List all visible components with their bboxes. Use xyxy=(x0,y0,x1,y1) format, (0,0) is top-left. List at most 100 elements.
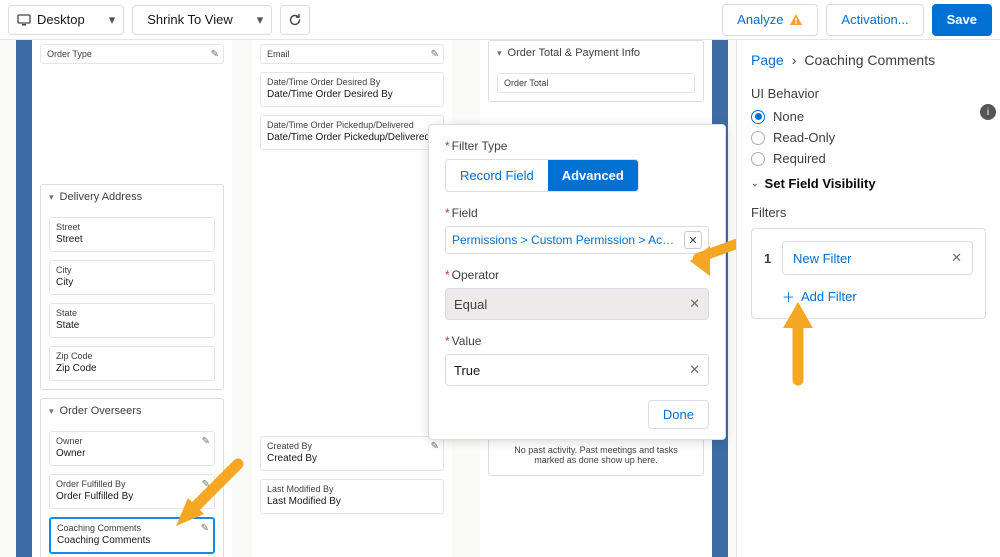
field-label: Street xyxy=(56,222,208,232)
save-button[interactable]: Save xyxy=(932,4,992,36)
workspace: Order Type ✎ ▾ Delivery Address Street S… xyxy=(0,40,1000,557)
card-title: Order Total & Payment Info xyxy=(508,47,640,59)
field-order-fulfilled-by[interactable]: Order Fulfilled By Order Fulfilled By ✎ xyxy=(49,474,215,509)
radio-icon xyxy=(751,152,765,166)
card-title: Order Overseers xyxy=(60,405,142,417)
field-label: Zip Code xyxy=(56,351,208,361)
field-value: City xyxy=(56,275,208,290)
field-label: Date/Time Order Desired By xyxy=(267,77,437,87)
field-dt-desired[interactable]: Date/Time Order Desired By Date/Time Ord… xyxy=(260,72,444,107)
field-value: Order Fulfilled By xyxy=(56,489,208,504)
clear-field-button[interactable]: ✕ xyxy=(684,231,702,249)
chevron-down-icon: ▾ xyxy=(497,48,502,59)
breadcrumb-root[interactable]: Page xyxy=(751,52,784,68)
field-label: Date/Time Order Pickedup/Delivered xyxy=(267,120,437,130)
radio-required[interactable]: Required xyxy=(751,151,986,166)
field-picker[interactable]: Permissions > Custom Permission > Access… xyxy=(445,226,709,254)
card-header[interactable]: ▾ Order Overseers xyxy=(41,399,223,423)
filters-heading: Filters xyxy=(751,205,986,220)
field-state[interactable]: State State xyxy=(49,303,215,338)
radio-label: Read-Only xyxy=(773,130,835,145)
field-label: Coaching Comments xyxy=(57,523,207,533)
breadcrumb-current: Coaching Comments xyxy=(804,52,935,68)
add-filter-button[interactable]: ＋ Add Filter xyxy=(782,287,973,306)
canvas-column-mid: Email ✎ Date/Time Order Desired By Date/… xyxy=(252,40,452,557)
pencil-icon: ✎ xyxy=(202,479,210,490)
remove-filter-button[interactable]: ✕ xyxy=(951,250,962,266)
field-order-total[interactable]: Order Total xyxy=(497,73,695,93)
save-label: Save xyxy=(947,12,977,27)
clear-operator-button[interactable]: ✕ xyxy=(689,296,700,312)
card-header[interactable]: ▾ Delivery Address xyxy=(41,185,223,209)
card-title: Delivery Address xyxy=(60,191,143,203)
radio-icon xyxy=(751,131,765,145)
operator-value: Equal xyxy=(454,297,487,312)
pencil-icon: ✎ xyxy=(431,49,439,60)
field-value: Street xyxy=(56,232,208,247)
field-value: Created By xyxy=(267,451,437,466)
seg-record-field[interactable]: Record Field xyxy=(446,160,548,191)
device-select[interactable]: Desktop ▾ xyxy=(8,5,124,35)
new-filter-label: New Filter xyxy=(793,251,852,266)
filter-type-segment: Record Field Advanced xyxy=(445,159,639,192)
field-created-by[interactable]: Created By Created By ✎ xyxy=(260,436,444,471)
field-order-type[interactable]: Order Type ✎ xyxy=(40,44,224,64)
clear-value-button[interactable]: ✕ xyxy=(689,362,700,378)
filter-type-label: Filter Type xyxy=(445,139,709,153)
filters-box: 1 New Filter ✕ ＋ Add Filter xyxy=(751,228,986,319)
field-label: Order Total xyxy=(504,78,688,88)
card-order-total: ▾ Order Total & Payment Info Order Total xyxy=(488,40,704,102)
value-label: Value xyxy=(445,334,709,348)
field-pill: Permissions > Custom Permission > Access… xyxy=(452,233,680,247)
card-delivery-address: ▾ Delivery Address Street Street City Ci… xyxy=(40,184,224,390)
analyze-button[interactable]: Analyze xyxy=(722,4,818,36)
breadcrumb-sep: › xyxy=(792,52,797,68)
field-last-modified-by[interactable]: Last Modified By Last Modified By xyxy=(260,479,444,514)
pencil-icon: ✎ xyxy=(431,441,439,452)
seg-advanced[interactable]: Advanced xyxy=(548,160,638,191)
field-value: State xyxy=(56,318,208,333)
info-icon[interactable]: i xyxy=(980,104,996,120)
refresh-button[interactable] xyxy=(280,5,310,35)
filter-number: 1 xyxy=(764,251,774,266)
activity-text-2: No past activity. Past meetings and task… xyxy=(499,445,693,465)
field-label: Last Modified By xyxy=(267,484,437,494)
field-label: State xyxy=(56,308,208,318)
field-value: Date/Time Order Desired By xyxy=(267,87,437,102)
field-dt-picked-up[interactable]: Date/Time Order Pickedup/Delivered Date/… xyxy=(260,115,444,150)
field-owner[interactable]: Owner Owner ✎ xyxy=(49,431,215,466)
top-toolbar: Desktop ▾ Shrink To View ▾ Analyze Activ… xyxy=(0,0,1000,40)
plus-icon: ＋ xyxy=(782,287,795,306)
card-order-overseers: ▾ Order Overseers Owner Owner ✎ Order Fu… xyxy=(40,398,224,557)
breadcrumb: Page › Coaching Comments xyxy=(751,52,986,68)
done-button[interactable]: Done xyxy=(648,400,709,429)
view-select-label: Shrink To View xyxy=(147,12,233,27)
field-value: Date/Time Order Pickedup/Delivered xyxy=(267,130,437,145)
canvas-area: Order Type ✎ ▾ Delivery Address Street S… xyxy=(0,40,736,557)
right-panel: Page › Coaching Comments i UI Behavior N… xyxy=(736,40,1000,557)
view-select[interactable]: Shrink To View ▾ xyxy=(132,5,272,35)
field-street[interactable]: Street Street xyxy=(49,217,215,252)
value-input[interactable]: True ✕ xyxy=(445,354,709,386)
canvas-column-left: Order Type ✎ ▾ Delivery Address Street S… xyxy=(32,40,232,557)
field-coaching-comments[interactable]: Coaching Comments Coaching Comments ✎ xyxy=(49,517,215,554)
field-label: City xyxy=(56,265,208,275)
field-zip[interactable]: Zip Code Zip Code xyxy=(49,346,215,381)
radio-readonly[interactable]: Read-Only xyxy=(751,130,986,145)
visibility-label: Set Field Visibility xyxy=(765,176,876,191)
set-field-visibility-toggle[interactable]: ⌄ Set Field Visibility xyxy=(751,176,986,191)
chevron-down-icon: ▾ xyxy=(109,12,116,28)
operator-select[interactable]: Equal ✕ xyxy=(445,288,709,320)
new-filter-pill[interactable]: New Filter ✕ xyxy=(782,241,973,275)
field-label: Created By xyxy=(267,441,437,451)
field-city[interactable]: City City xyxy=(49,260,215,295)
radio-none[interactable]: None xyxy=(751,109,986,124)
field-value: Zip Code xyxy=(56,361,208,376)
field-email[interactable]: Email ✎ xyxy=(260,44,444,64)
pencil-icon: ✎ xyxy=(211,49,219,60)
activation-button[interactable]: Activation... xyxy=(826,4,923,36)
value-text: True xyxy=(454,363,480,378)
field-picker-label: Field xyxy=(445,206,709,220)
card-header[interactable]: ▾ Order Total & Payment Info xyxy=(489,41,703,65)
filter-row: 1 New Filter ✕ xyxy=(764,241,973,275)
